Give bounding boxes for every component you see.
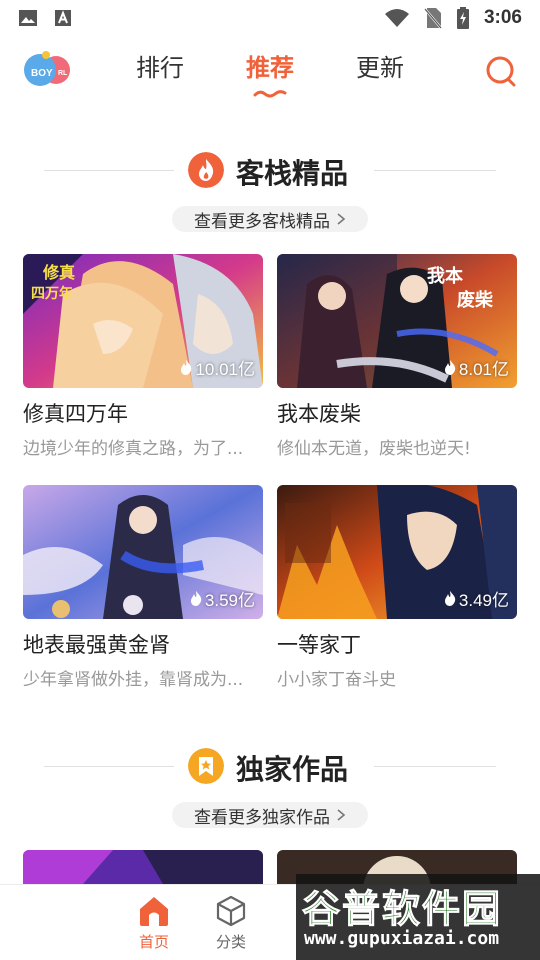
section-header-inn-picks: 客栈精品 (0, 148, 540, 194)
popularity-badge: 10.01亿 (180, 355, 255, 380)
flame-icon (190, 591, 202, 606)
top-nav: BOY RL 排行 推荐 更新 (0, 36, 540, 104)
section-title: 独家作品 (236, 753, 349, 786)
divider-right (374, 766, 496, 767)
comic-description: 少年拿肾做外挂，靠肾成为... (23, 670, 244, 690)
flame-icon (444, 360, 456, 375)
home-icon (140, 897, 168, 926)
site-watermark: 谷普软件园 www.gupuxiazai.com (296, 874, 540, 960)
comic-description: 修仙本无道，废柴也逆天! (277, 439, 471, 459)
comic-cover: 修真 四万年 10.01亿 (23, 254, 263, 388)
status-bar: 3:06 (0, 0, 540, 36)
see-more-label: 查看更多独家作品 (194, 807, 330, 828)
bookmark-icon (188, 748, 224, 784)
no-sim-icon (424, 8, 442, 29)
search-icon[interactable] (484, 54, 518, 88)
clock: 3:06 (483, 7, 522, 28)
comic-cover: 3.49亿 (277, 485, 517, 619)
flame-icon (181, 360, 192, 375)
comic-card[interactable] (23, 850, 263, 884)
nav-home[interactable]: 首页 (124, 895, 184, 952)
comic-cover (23, 850, 263, 884)
comic-description: 边境少年的修真之路，为了... (23, 439, 244, 459)
cube-icon (216, 895, 246, 927)
comic-title: 地表最强黄金肾 (23, 633, 170, 657)
nav-label: 首页 (138, 933, 169, 951)
top-tabs: 排行 推荐 更新 (0, 48, 540, 98)
app-notification-icon (55, 10, 71, 26)
watermark-url: www.gupuxiazai.com (304, 928, 500, 949)
flame-icon (188, 152, 224, 188)
tab-updates[interactable]: 更新 (354, 48, 406, 83)
section-title: 客栈精品 (236, 157, 349, 190)
comic-card[interactable]: 我本 废柴 8.01亿 我本废柴 修仙本无道，废柴也逆天! (277, 254, 517, 459)
active-tab-wave-indicator (253, 90, 287, 98)
popularity-badge: 8.01亿 (444, 355, 509, 380)
tab-ranking[interactable]: 排行 (134, 48, 186, 83)
nav-label: 分类 (215, 933, 246, 951)
popularity-badge: 3.59亿 (190, 586, 255, 611)
see-more-inn-picks-button[interactable]: 查看更多客栈精品 (172, 206, 368, 232)
watermark-title: 谷普软件园 (301, 887, 503, 932)
comic-cover: 3.59亿 (23, 485, 263, 619)
divider-left (44, 170, 174, 171)
comic-title: 我本废柴 (277, 402, 361, 426)
comic-card[interactable]: 3.59亿 地表最强黄金肾 少年拿肾做外挂，靠肾成为... (23, 485, 263, 690)
comic-title: 一等家丁 (277, 633, 361, 657)
image-notification-icon (19, 10, 37, 26)
comic-cover: 我本 废柴 8.01亿 (277, 254, 517, 388)
comic-title: 修真四万年 (23, 402, 128, 426)
popularity-badge: 3.49亿 (444, 586, 509, 611)
battery-charging-icon (456, 7, 469, 29)
divider-right (374, 170, 496, 171)
see-more-exclusive-button[interactable]: 查看更多独家作品 (172, 802, 368, 828)
comic-description: 小小家丁奋斗史 (277, 670, 396, 690)
comic-card[interactable]: 修真 四万年 10.01亿 修真四万年 边境少年的修真之路，为了... (23, 254, 263, 459)
divider-left (44, 766, 174, 767)
nav-category[interactable]: 分类 (201, 895, 261, 952)
svg-text:修真: 修真 (42, 263, 75, 282)
svg-text:废柴: 废柴 (457, 289, 494, 311)
svg-text:四万年: 四万年 (31, 285, 73, 302)
flame-icon (444, 591, 456, 606)
section-header-exclusive-works: 独家作品 (0, 744, 540, 790)
svg-text:我本: 我本 (427, 265, 463, 287)
tab-recommend[interactable]: 推荐 (244, 48, 296, 98)
comic-card[interactable]: 3.49亿 一等家丁 小小家丁奋斗史 (277, 485, 517, 690)
see-more-label: 查看更多客栈精品 (194, 211, 330, 232)
chevron-right-icon (337, 809, 346, 821)
chevron-right-icon (337, 213, 346, 225)
wifi-icon (384, 9, 409, 27)
